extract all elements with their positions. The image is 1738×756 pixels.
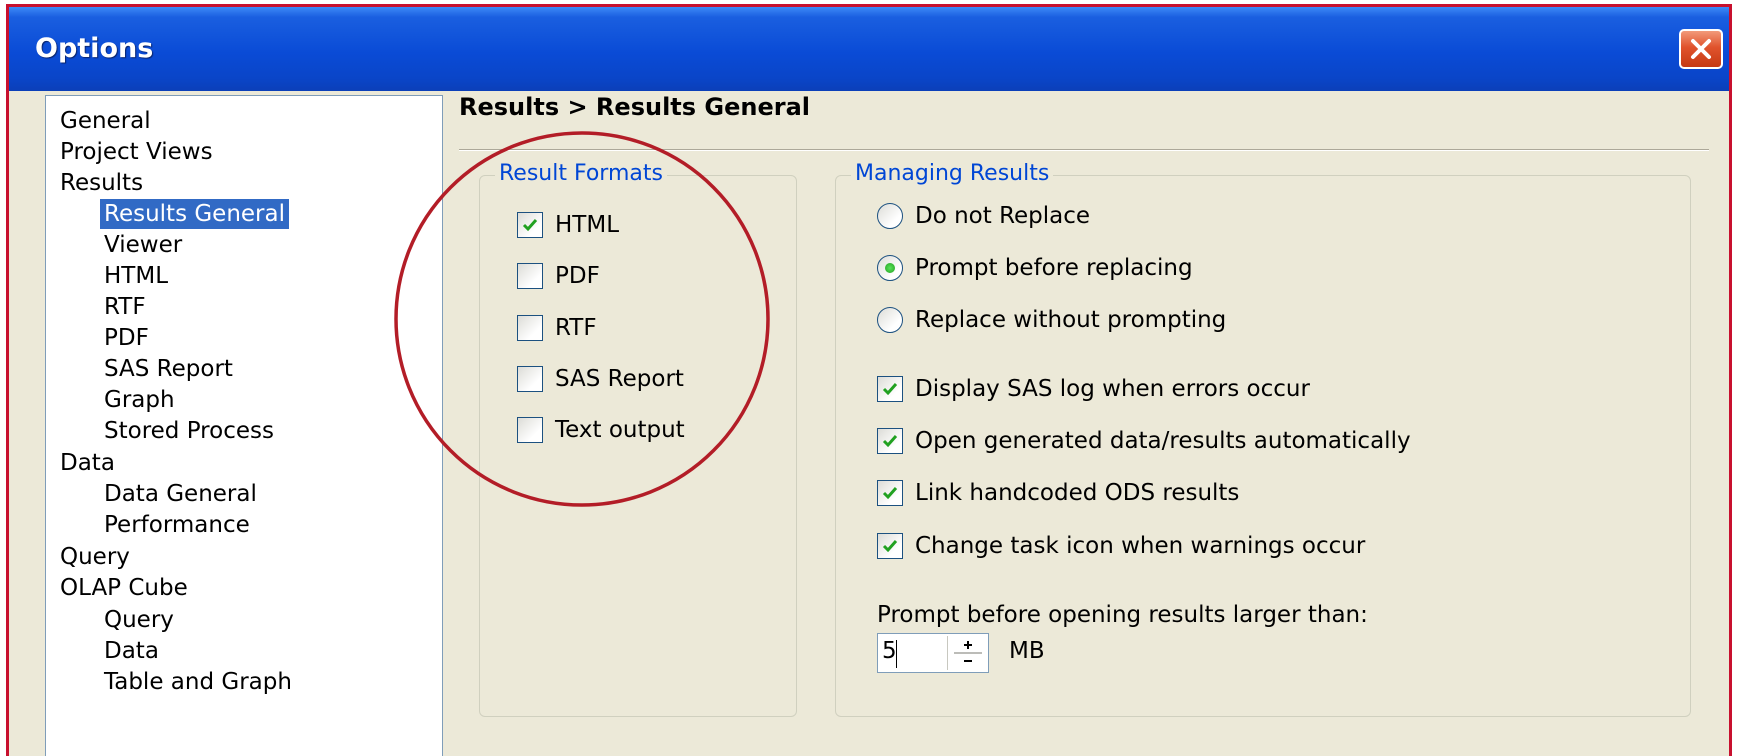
tree-item-stored-process[interactable]: Stored Process xyxy=(100,416,278,446)
tree-item-performance[interactable]: Performance xyxy=(100,510,254,540)
close-x-icon xyxy=(1691,39,1711,59)
tree-item-graph[interactable]: Graph xyxy=(100,385,179,415)
panel-heading: Results > Results General xyxy=(459,93,810,121)
window-title: Options xyxy=(35,33,154,64)
close-button[interactable] xyxy=(1679,29,1723,69)
replace-without-prompting-radio[interactable] xyxy=(877,307,903,333)
checkmark-icon xyxy=(882,540,898,553)
category-tree[interactable]: General Project Views Results Results Ge… xyxy=(45,95,443,756)
tree-item-pdf[interactable]: PDF xyxy=(100,323,153,353)
do-not-replace-label: Do not Replace xyxy=(915,203,1091,229)
tree-item-project-views[interactable]: Project Views xyxy=(56,137,217,167)
open-generated-data-label: Open generated data/results automaticall… xyxy=(915,428,1411,454)
open-generated-data-checkbox[interactable] xyxy=(877,428,903,454)
title-bar[interactable]: Options xyxy=(9,7,1729,91)
size-prompt-label: Prompt before opening results larger tha… xyxy=(877,602,1368,628)
options-dialog: Options General Project Views Results Re… xyxy=(6,4,1732,756)
display-sas-log-label: Display SAS log when errors occur xyxy=(915,376,1310,402)
tree-item-olap-cube[interactable]: OLAP Cube xyxy=(56,573,192,603)
tree-item-general[interactable]: General xyxy=(56,106,155,136)
tree-item-data-general[interactable]: Data General xyxy=(100,479,261,509)
tree-item-results[interactable]: Results xyxy=(56,168,147,198)
size-limit-value[interactable]: 5 xyxy=(882,638,897,664)
tree-item-olap-query[interactable]: Query xyxy=(100,605,178,635)
tree-item-viewer[interactable]: Viewer xyxy=(100,230,186,260)
radio-selected-dot xyxy=(885,263,895,273)
replace-without-prompting-label: Replace without prompting xyxy=(915,307,1227,333)
prompt-before-replacing-label: Prompt before replacing xyxy=(915,255,1193,281)
tree-item-html[interactable]: HTML xyxy=(100,261,172,291)
tree-item-table-and-graph[interactable]: Table and Graph xyxy=(100,667,296,697)
highlight-ellipse xyxy=(394,131,770,507)
prompt-before-replacing-radio[interactable] xyxy=(877,255,903,281)
size-limit-spinner[interactable]: 5 xyxy=(877,633,989,673)
tree-item-sas-report[interactable]: SAS Report xyxy=(100,354,237,384)
tree-item-olap-data[interactable]: Data xyxy=(100,636,163,666)
spin-buttons[interactable] xyxy=(947,636,986,670)
display-sas-log-checkbox[interactable] xyxy=(877,376,903,402)
change-task-icon-checkbox[interactable] xyxy=(877,533,903,559)
managing-results-legend: Managing Results xyxy=(851,161,1054,186)
size-unit-label: MB xyxy=(1009,638,1045,664)
checkmark-icon xyxy=(882,383,898,396)
checkmark-icon xyxy=(882,435,898,448)
tree-item-query[interactable]: Query xyxy=(56,542,134,572)
spin-up-down-icon xyxy=(954,641,982,662)
tree-item-data[interactable]: Data xyxy=(56,448,119,478)
do-not-replace-radio[interactable] xyxy=(877,203,903,229)
tree-item-rtf[interactable]: RTF xyxy=(100,292,150,322)
tree-item-results-general[interactable]: Results General xyxy=(100,199,290,229)
text-caret xyxy=(896,640,897,668)
change-task-icon-label: Change task icon when warnings occur xyxy=(915,533,1366,559)
checkmark-icon xyxy=(882,487,898,500)
link-handcoded-ods-label: Link handcoded ODS results xyxy=(915,480,1240,506)
link-handcoded-ods-checkbox[interactable] xyxy=(877,480,903,506)
